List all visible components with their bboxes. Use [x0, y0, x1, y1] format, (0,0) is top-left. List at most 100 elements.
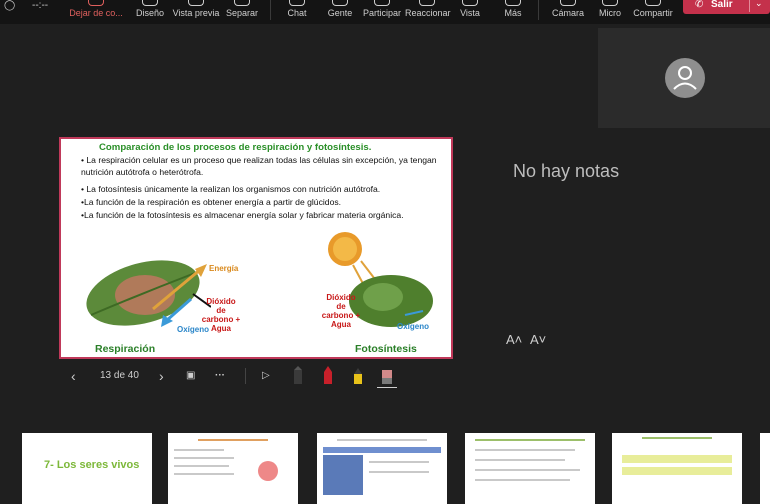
- layout-icon: [142, 0, 158, 6]
- thumbnail-line: [475, 459, 565, 461]
- microphone-icon: [602, 0, 618, 6]
- toolbar-divider: [270, 0, 271, 20]
- preview-label: Vista previa: [172, 8, 220, 18]
- camera-button[interactable]: Cámara: [551, 0, 585, 24]
- layout-label: Diseño: [135, 8, 164, 18]
- more-button[interactable]: Más: [502, 0, 524, 24]
- preview-icon: [188, 0, 204, 6]
- eraser-selected-indicator: [377, 387, 397, 388]
- meeting-toolbar: ◯ --:-- Dejar de co... Diseño Vista prev…: [0, 0, 770, 24]
- preview-button[interactable]: Vista previa: [172, 0, 220, 24]
- slide-thumbnail[interactable]: 7- Los seres vivos: [22, 433, 152, 504]
- thumbnail-title: 7- Los seres vivos: [44, 459, 140, 471]
- share-icon: [645, 0, 661, 6]
- shield-icon: ◯: [4, 0, 16, 11]
- slide-bullet: •La función de la respiración es obtener…: [81, 197, 342, 207]
- leave-button[interactable]: ✆ Salir ⌄: [683, 0, 770, 14]
- slide-bullet: • La respiración celular es un proceso q…: [81, 155, 437, 177]
- slide-thumbnail[interactable]: [760, 433, 770, 504]
- avatar: [665, 58, 705, 98]
- thumbnail-line: [369, 461, 429, 463]
- popout-icon: [234, 0, 250, 6]
- presentation-slide: Comparación de los procesos de respiraci…: [59, 137, 453, 359]
- thumbnail-line: [174, 449, 224, 451]
- emoji-icon: [419, 0, 435, 6]
- thumbnail-graphic: [323, 447, 441, 453]
- thumbnail-line: [369, 471, 429, 473]
- highlighter-icon[interactable]: [351, 366, 365, 386]
- slide-controls: ‹ 13 de 40 › ▣ ··· ▷: [59, 364, 459, 388]
- participant-video-tile[interactable]: [598, 28, 770, 128]
- leave-divider: [749, 0, 750, 12]
- thumbnail-line: [475, 439, 585, 441]
- more-options-button[interactable]: ···: [215, 364, 225, 388]
- more-label: Más: [504, 8, 522, 18]
- react-label: Reaccionar: [405, 8, 451, 18]
- slide-bullet: • La fotosíntesis únicamente la realizan…: [81, 184, 381, 194]
- pen-black-icon[interactable]: [291, 366, 305, 386]
- pointer-icon[interactable]: ▷: [262, 364, 270, 388]
- thumbnail-line: [475, 469, 580, 471]
- next-slide-button[interactable]: ›: [159, 364, 164, 388]
- people-icon: [332, 0, 348, 6]
- thumbnail-graphic: [622, 455, 732, 463]
- pen-red-icon[interactable]: [321, 366, 335, 386]
- slide-thumbnail[interactable]: [612, 433, 742, 504]
- view-button[interactable]: Vista: [458, 0, 482, 24]
- people-label: Gente: [327, 8, 353, 18]
- slide-title: Comparación de los procesos de respiraci…: [99, 142, 372, 153]
- previous-slide-button[interactable]: ‹: [71, 364, 76, 388]
- share-label: Compartir: [633, 8, 673, 18]
- thumbnail-line: [475, 449, 575, 451]
- thumbnail-line: [174, 473, 234, 475]
- view-label: Vista: [460, 8, 480, 18]
- decrease-font-button[interactable]: A˅: [530, 332, 546, 347]
- grid-view-icon[interactable]: ▣: [186, 364, 195, 388]
- slide-thumbnail[interactable]: [168, 433, 298, 504]
- thumbnail-line: [337, 439, 427, 441]
- thumbnail-graphic: [622, 467, 732, 475]
- phone-hangup-icon: ✆: [695, 0, 704, 10]
- react-button[interactable]: Reaccionar: [405, 0, 451, 24]
- speaker-notes: No hay notas: [513, 161, 620, 181]
- leave-label: Salir: [711, 0, 733, 10]
- more-dots-icon: [505, 0, 521, 6]
- controls-divider: [245, 368, 246, 384]
- slide-bullet: •La función de la fotosíntesis es almace…: [81, 210, 404, 220]
- chat-icon: [289, 0, 305, 6]
- energy-label: Energía: [209, 264, 239, 273]
- mic-button[interactable]: Micro: [596, 0, 624, 24]
- thumbnail-line: [642, 437, 712, 439]
- layout-button[interactable]: Diseño: [133, 0, 167, 24]
- raise-hand-label: Participar: [363, 8, 402, 18]
- chat-label: Chat: [287, 8, 307, 18]
- thumbnail-line: [174, 457, 234, 459]
- slide-thumbnail[interactable]: [317, 433, 447, 504]
- popout-label: Separar: [225, 8, 259, 18]
- eraser-icon[interactable]: [379, 366, 395, 386]
- people-button[interactable]: Gente: [326, 0, 354, 24]
- thumbnail-line: [174, 465, 229, 467]
- oxygen-label: Oxígeno: [177, 325, 210, 334]
- stop-sharing-label: Dejar de co...: [69, 8, 123, 18]
- share-tray-icon: [88, 0, 104, 6]
- stop-sharing-button[interactable]: Dejar de co...: [68, 0, 124, 24]
- page-counter: 13 de 40: [100, 370, 139, 381]
- camera-label: Cámara: [551, 8, 584, 18]
- slide-thumbnail[interactable]: [465, 433, 595, 504]
- chat-button[interactable]: Chat: [284, 0, 310, 24]
- camera-icon: [560, 0, 576, 6]
- thumbnail-line: [475, 479, 570, 481]
- mic-label: Micro: [599, 8, 621, 18]
- raise-hand-button[interactable]: Participar: [363, 0, 401, 24]
- popout-button[interactable]: Separar: [224, 0, 260, 24]
- increase-font-button[interactable]: A˄: [506, 332, 522, 347]
- chevron-down-icon[interactable]: ⌄: [755, 0, 763, 9]
- photosynthesis-caption: Fotosíntesis: [355, 343, 417, 355]
- co2-water-label: Dióxido de carbono + Agua: [321, 293, 361, 329]
- thumbnail-line: [198, 439, 268, 441]
- share-button[interactable]: Compartir: [633, 0, 673, 24]
- view-icon: [462, 0, 478, 6]
- oxygen-label: Oxígeno: [397, 322, 430, 331]
- thumbnail-graphic: [258, 461, 278, 481]
